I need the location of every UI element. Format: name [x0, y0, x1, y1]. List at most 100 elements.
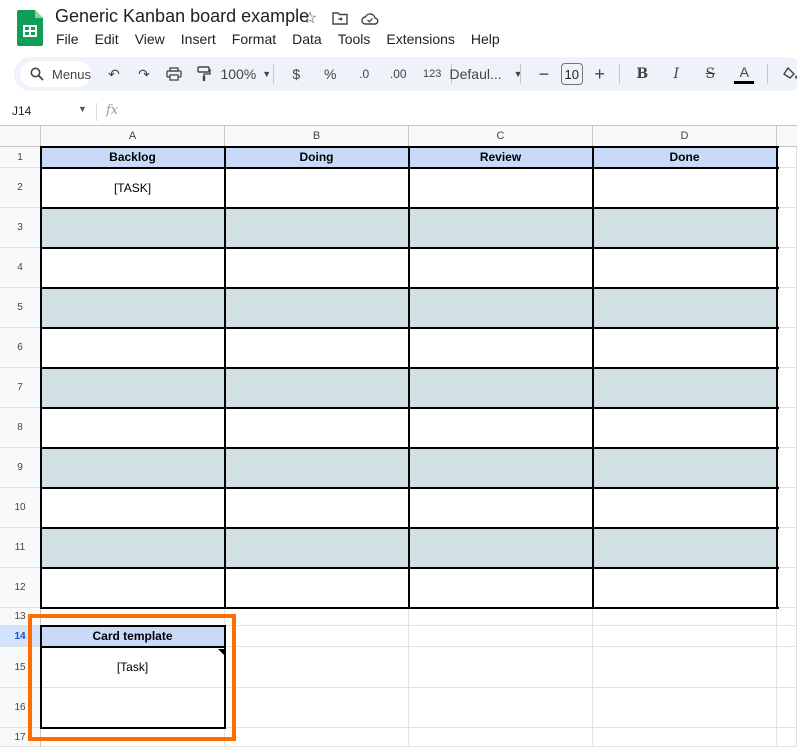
cell-c7[interactable]: [409, 368, 593, 408]
cell-d9[interactable]: [593, 448, 777, 488]
name-box[interactable]: J14: [12, 104, 31, 118]
font-family-select[interactable]: Defaul... ▼: [450, 61, 523, 87]
cell-b16[interactable]: [225, 688, 409, 728]
percent-format-button[interactable]: %: [317, 61, 343, 87]
paint-format-icon[interactable]: [191, 61, 217, 87]
cell-c15[interactable]: [409, 647, 593, 688]
row-header-3[interactable]: 3: [0, 208, 41, 248]
cell-a9[interactable]: [41, 448, 225, 488]
cell-d3[interactable]: [593, 208, 777, 248]
cell-b9[interactable]: [225, 448, 409, 488]
column-header-a[interactable]: A: [41, 126, 225, 147]
cell-e12[interactable]: [777, 568, 797, 608]
menu-format[interactable]: Format: [224, 30, 284, 48]
cell-b3[interactable]: [225, 208, 409, 248]
row-header-8[interactable]: 8: [0, 408, 41, 448]
undo-icon[interactable]: ↶: [101, 61, 127, 87]
cell-c2[interactable]: [409, 168, 593, 208]
print-icon[interactable]: [161, 61, 187, 87]
cell-d4[interactable]: [593, 248, 777, 288]
fill-color-icon[interactable]: [778, 61, 797, 87]
row-header-6[interactable]: 6: [0, 328, 41, 368]
cell-a7[interactable]: [41, 368, 225, 408]
cell-e4[interactable]: [777, 248, 797, 288]
increase-decimal-button[interactable]: .00: [385, 61, 411, 87]
menu-data[interactable]: Data: [284, 30, 330, 48]
row-header-1[interactable]: 1: [0, 147, 41, 168]
star-icon[interactable]: ☆: [300, 8, 320, 28]
cell-e2[interactable]: [777, 168, 797, 208]
row-header-4[interactable]: 4: [0, 248, 41, 288]
zoom-select[interactable]: 100% ▼: [220, 61, 271, 87]
cell-b10[interactable]: [225, 488, 409, 528]
cell-e1[interactable]: [777, 147, 797, 168]
cell-e15[interactable]: [777, 647, 797, 688]
cloud-status-icon[interactable]: [360, 8, 380, 28]
menus-search-button[interactable]: Menus: [20, 61, 92, 87]
cell-d13[interactable]: [593, 608, 777, 626]
cell-a10[interactable]: [41, 488, 225, 528]
menu-help[interactable]: Help: [463, 30, 508, 48]
cell-d10[interactable]: [593, 488, 777, 528]
cell-e5[interactable]: [777, 288, 797, 328]
cell-c17[interactable]: [409, 728, 593, 747]
cell-e6[interactable]: [777, 328, 797, 368]
redo-icon[interactable]: ↷: [131, 61, 157, 87]
column-title-doing[interactable]: Doing: [225, 147, 409, 168]
cell-c3[interactable]: [409, 208, 593, 248]
select-all-corner[interactable]: [0, 126, 41, 147]
document-title[interactable]: Generic Kanban board example: [55, 6, 309, 27]
cell-d6[interactable]: [593, 328, 777, 368]
menu-insert[interactable]: Insert: [173, 30, 224, 48]
cell-b6[interactable]: [225, 328, 409, 368]
strikethrough-icon[interactable]: S: [697, 61, 723, 87]
cell-e11[interactable]: [777, 528, 797, 568]
cell-d15[interactable]: [593, 647, 777, 688]
cell-e10[interactable]: [777, 488, 797, 528]
cell-c14[interactable]: [409, 626, 593, 647]
column-title-backlog[interactable]: Backlog: [41, 147, 225, 168]
cell-e17[interactable]: [777, 728, 797, 747]
cell-c8[interactable]: [409, 408, 593, 448]
italic-icon[interactable]: I: [663, 61, 689, 87]
cell-d14[interactable]: [593, 626, 777, 647]
cell-c5[interactable]: [409, 288, 593, 328]
cell-d8[interactable]: [593, 408, 777, 448]
row-header-2[interactable]: 2: [0, 168, 41, 208]
cell-a2[interactable]: [TASK]: [41, 168, 225, 208]
chevron-down-icon[interactable]: ▼: [78, 104, 87, 114]
cell-d11[interactable]: [593, 528, 777, 568]
cell-b4[interactable]: [225, 248, 409, 288]
cell-e16[interactable]: [777, 688, 797, 728]
column-header-d[interactable]: D: [593, 126, 777, 147]
currency-format-button[interactable]: $: [283, 61, 309, 87]
cell-b13[interactable]: [225, 608, 409, 626]
cell-a11[interactable]: [41, 528, 225, 568]
row-header-11[interactable]: 11: [0, 528, 41, 568]
text-color-icon[interactable]: A: [731, 61, 757, 87]
cell-e13[interactable]: [777, 608, 797, 626]
cell-a3[interactable]: [41, 208, 225, 248]
cell-c4[interactable]: [409, 248, 593, 288]
decrease-decimal-button[interactable]: .0: [351, 61, 377, 87]
cell-e14[interactable]: [777, 626, 797, 647]
menu-tools[interactable]: Tools: [330, 30, 379, 48]
menu-edit[interactable]: Edit: [87, 30, 127, 48]
row-header-5[interactable]: 5: [0, 288, 41, 328]
bold-icon[interactable]: B: [629, 61, 655, 87]
sheets-logo-icon[interactable]: [17, 10, 43, 46]
row-header-9[interactable]: 9: [0, 448, 41, 488]
column-header-e[interactable]: [777, 126, 797, 147]
column-title-done[interactable]: Done: [593, 147, 777, 168]
cell-e8[interactable]: [777, 408, 797, 448]
column-header-b[interactable]: B: [225, 126, 409, 147]
cell-c13[interactable]: [409, 608, 593, 626]
cell-c6[interactable]: [409, 328, 593, 368]
row-header-7[interactable]: 7: [0, 368, 41, 408]
cell-b7[interactable]: [225, 368, 409, 408]
column-title-review[interactable]: Review: [409, 147, 593, 168]
move-to-folder-icon[interactable]: [330, 8, 350, 28]
menu-view[interactable]: View: [127, 30, 173, 48]
cell-b15[interactable]: [225, 647, 409, 688]
cell-b17[interactable]: [225, 728, 409, 747]
